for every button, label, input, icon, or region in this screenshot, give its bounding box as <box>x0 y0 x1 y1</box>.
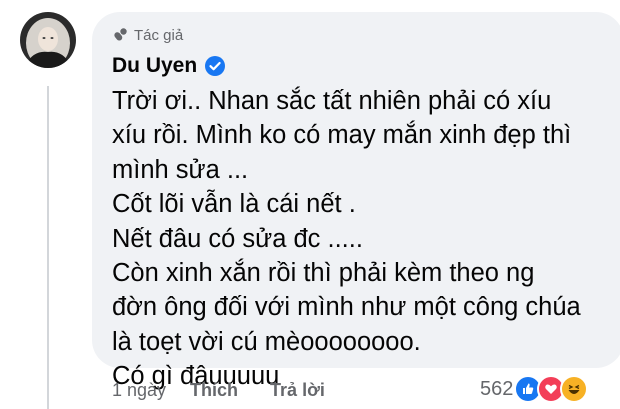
reply-button[interactable]: Trả lời <box>270 380 325 401</box>
comment-line: xíu rồi. Mình ko có may mắn xinh đẹp thì <box>112 121 572 150</box>
avatar-image <box>20 12 76 68</box>
comment-line: đờn ông đối với mình như một công chúa <box>112 293 581 322</box>
comment-timestamp[interactable]: 1 ngày <box>112 380 166 401</box>
comment-line: Còn xinh xắn rồi thì phải kèm theo ng <box>112 259 535 288</box>
avatar[interactable] <box>20 12 76 68</box>
comment-text: Trời ơi.. Nhan sắc tất nhiên phải có xíu… <box>112 84 612 394</box>
comment-line: là toẹt vời cú mèoooooooo. <box>112 327 421 356</box>
comment-line: mình sửa ... <box>112 155 249 184</box>
comment-bubble: Tác giả Du Uyen Trời ơi.. Nhan sắc tất n… <box>92 12 620 390</box>
reaction-count: 562 <box>480 377 514 400</box>
microphone-icon <box>114 28 127 41</box>
author-badge-label: Tác giả <box>134 26 184 44</box>
author-row: Du Uyen <box>112 52 226 80</box>
comment-line: Nết đâu có sửa đc ..... <box>112 224 363 253</box>
like-button[interactable]: Thích <box>190 380 238 401</box>
thread-line <box>47 86 49 409</box>
comment-line: Cốt lõi vẫn là cái nết . <box>112 190 356 219</box>
comment-actions: 1 ngày Thích Trả lời <box>112 377 357 403</box>
reaction-summary[interactable]: 562 <box>480 374 589 404</box>
author-name[interactable]: Du Uyen <box>112 54 197 78</box>
haha-icon <box>560 375 589 403</box>
author-badge: Tác giả <box>112 24 183 46</box>
verified-badge-icon <box>205 56 226 76</box>
comment-line: Trời ơi.. Nhan sắc tất nhiên phải có xíu <box>112 87 552 115</box>
